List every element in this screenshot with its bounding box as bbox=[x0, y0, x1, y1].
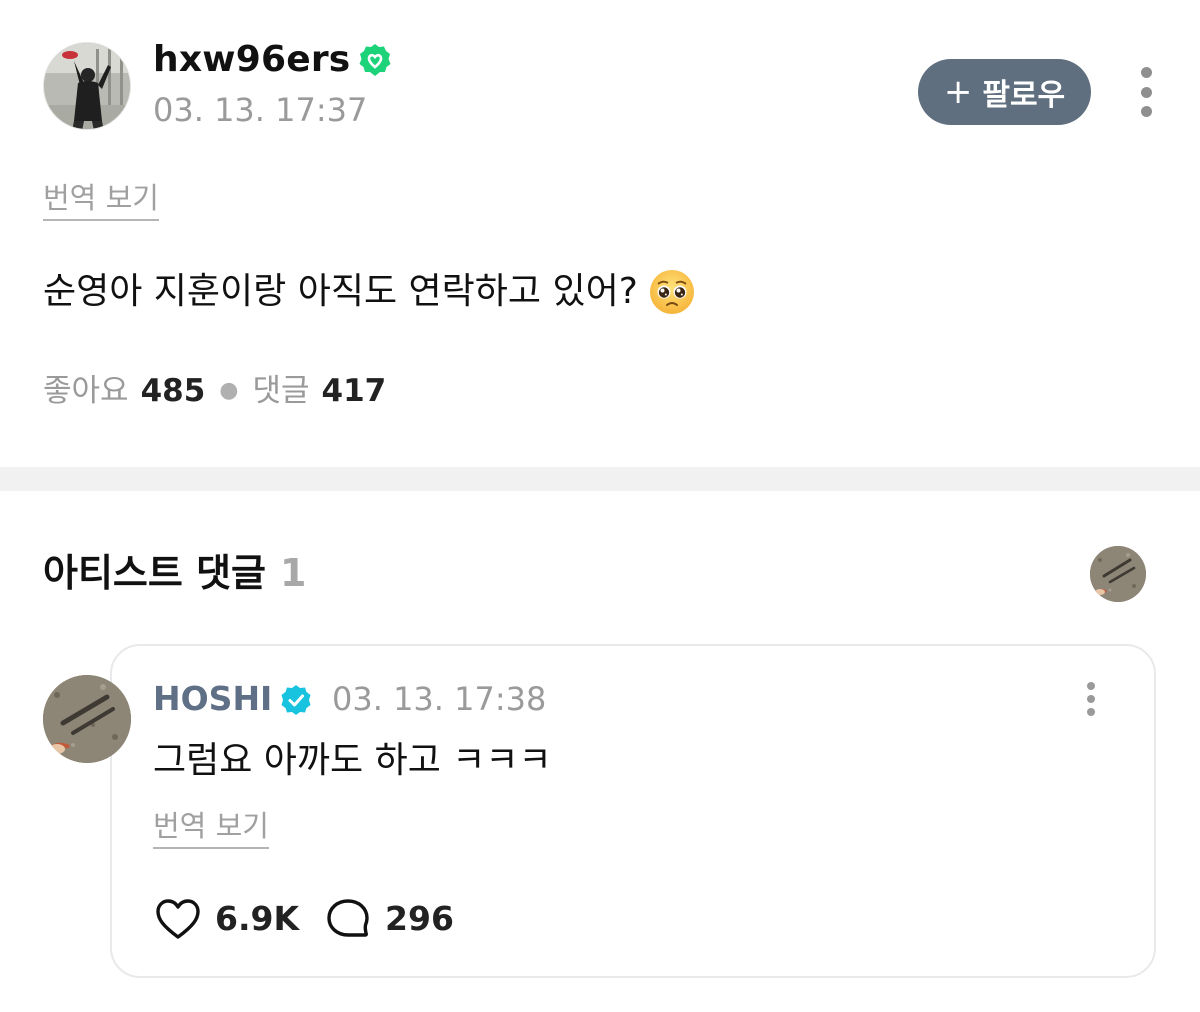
pleading-face-emoji bbox=[648, 268, 696, 316]
follow-button[interactable]: + 팔로우 bbox=[918, 59, 1091, 125]
post-translate-link[interactable]: 번역 보기 bbox=[43, 180, 159, 221]
like-button[interactable]: 6.9K bbox=[155, 893, 299, 945]
comment-bubble-icon bbox=[325, 897, 371, 941]
post-timestamp: 03. 13. 17:37 bbox=[153, 91, 368, 129]
like-count: 6.9K bbox=[215, 899, 300, 938]
likes-label[interactable]: 좋아요 bbox=[43, 370, 129, 412]
verified-badge-icon bbox=[358, 43, 392, 77]
comments-label[interactable]: 댓글 bbox=[252, 370, 309, 412]
follow-label: 팔로우 bbox=[982, 78, 1066, 113]
comment-actions: 6.9K 296 bbox=[155, 893, 480, 945]
author-name-row[interactable]: hxw96ers bbox=[153, 38, 392, 82]
artist-avatar-small[interactable] bbox=[1090, 546, 1146, 602]
post-content: 순영아 지훈이랑 아직도 연락하고 있어? bbox=[43, 268, 696, 316]
artist-comments-header: 아티스트 댓글 1 bbox=[43, 548, 306, 598]
reply-button[interactable]: 296 bbox=[325, 893, 454, 945]
post-screen: hxw96ers 03. 13. 17:37 + 팔로우 번역 보기 순영아 지… bbox=[0, 0, 1200, 1012]
stats-separator: ● bbox=[219, 378, 239, 403]
section-divider bbox=[0, 467, 1200, 491]
author-avatar[interactable] bbox=[43, 42, 131, 130]
likes-count[interactable]: 485 bbox=[141, 370, 206, 412]
comment-timestamp: 03. 13. 17:38 bbox=[332, 680, 547, 718]
artist-comments-count: 1 bbox=[280, 551, 307, 595]
plus-icon: + bbox=[943, 72, 973, 112]
heart-icon bbox=[155, 898, 201, 940]
reply-count: 296 bbox=[385, 899, 454, 938]
comment-translate-link[interactable]: 번역 보기 bbox=[153, 808, 269, 849]
post-more-options-icon[interactable] bbox=[1134, 67, 1158, 117]
verified-badge-icon bbox=[280, 683, 312, 715]
author-name[interactable]: hxw96ers bbox=[153, 38, 350, 82]
comments-count[interactable]: 417 bbox=[322, 370, 387, 412]
comment-more-options-icon[interactable] bbox=[1080, 682, 1102, 716]
comment-text: 그럼요 아까도 하고 ㅋㅋㅋ bbox=[153, 740, 552, 781]
artist-name-row[interactable]: HOSHI bbox=[153, 677, 312, 721]
post-stats: 좋아요 485 ● 댓글 417 bbox=[43, 370, 386, 412]
post-text: 순영아 지훈이랑 아직도 연락하고 있어? bbox=[43, 271, 638, 312]
artist-avatar[interactable] bbox=[43, 675, 131, 763]
artist-name[interactable]: HOSHI bbox=[153, 677, 272, 721]
artist-comments-title: 아티스트 댓글 bbox=[43, 551, 266, 595]
